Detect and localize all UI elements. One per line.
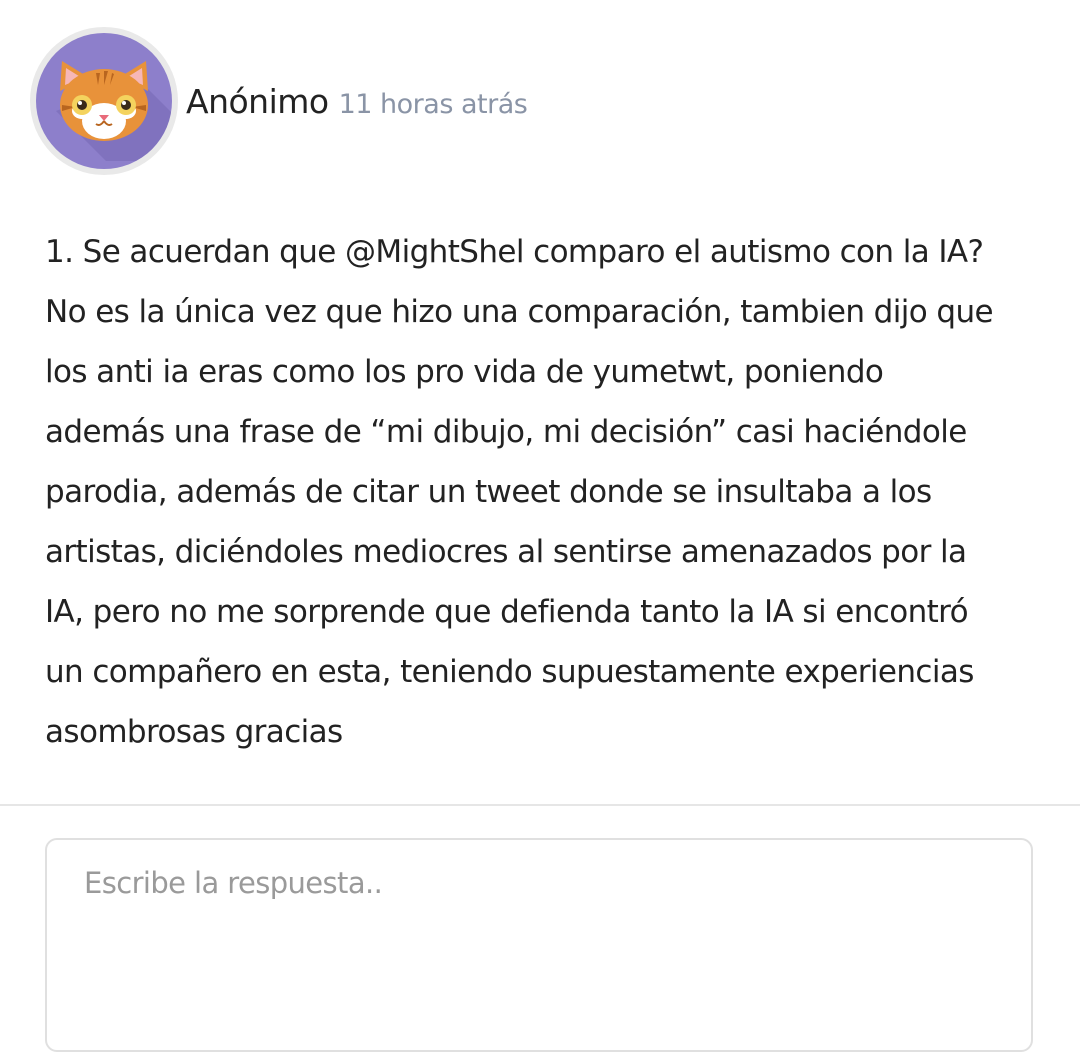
avatar[interactable] — [30, 27, 178, 175]
cat-face-icon — [36, 33, 172, 169]
author-line: Anónimo 11 horas atrás — [186, 82, 528, 121]
post-body-line: los anti ia eras como los pro vida de yu… — [45, 354, 884, 390]
post-time: 11 horas atrás — [338, 88, 528, 120]
post-body-line: un compañero en esta, teniendo supuestam… — [45, 654, 974, 690]
author-name[interactable]: Anónimo — [186, 82, 329, 121]
post-body: 1. Se acuerdan que @MightShel comparo el… — [45, 222, 1045, 762]
divider — [0, 804, 1080, 806]
post-body-line: parodia, además de citar un tweet donde … — [45, 474, 932, 510]
post-body-line: artistas, diciéndoles mediocres al senti… — [45, 534, 967, 570]
post-body-line: asombrosas gracias — [45, 714, 343, 750]
post-body-line: 1. Se acuerdan que @MightShel comparo el… — [45, 234, 984, 270]
post-body-line: No es la única vez que hizo una comparac… — [45, 294, 994, 330]
reply-input[interactable] — [45, 838, 1033, 1052]
post-header: Anónimo 11 horas atrás — [30, 26, 528, 176]
post-body-line: IA, pero no me sorprende que defienda ta… — [45, 594, 969, 630]
post-body-line: además una frase de “mi dibujo, mi decis… — [45, 414, 967, 450]
